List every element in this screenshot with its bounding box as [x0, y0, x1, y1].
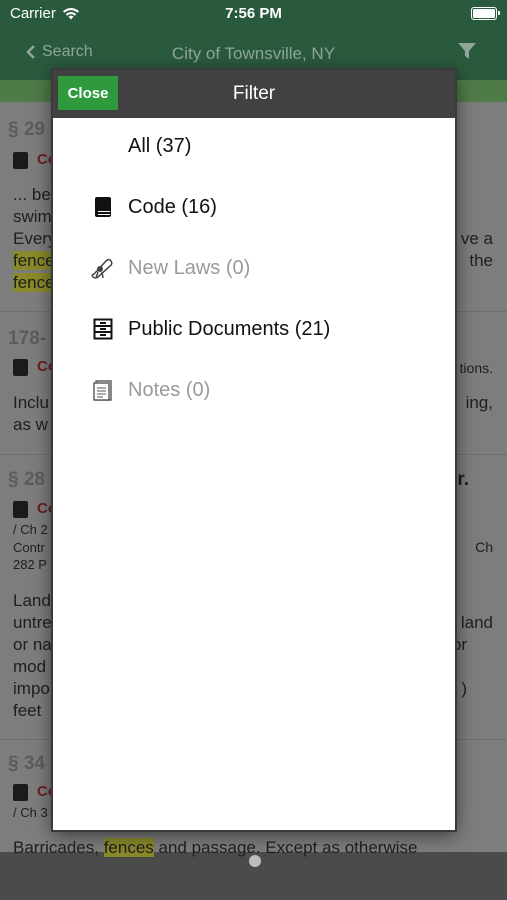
book-icon — [13, 152, 28, 169]
file-cabinet-icon — [91, 317, 115, 341]
filter-button[interactable] — [457, 42, 477, 65]
breadcrumb-line: / Ch 2 — [13, 522, 48, 537]
home-indicator — [249, 855, 261, 867]
filter-option-label: All (37) — [128, 134, 192, 157]
filter-option-code[interactable]: Code (16) — [53, 179, 455, 235]
filter-option-notes[interactable]: Notes (0) — [53, 362, 455, 418]
filter-option-all[interactable]: All (37) — [53, 118, 455, 174]
note-icon — [91, 378, 115, 402]
home-indicator-bar: Barricades, fences and passage. Except a… — [0, 838, 507, 900]
filter-option-label: Code (16) — [128, 195, 217, 218]
snippet-line: ve a — [460, 229, 493, 248]
section-number: § 28 — [8, 469, 45, 490]
snippet-line: impo — [13, 679, 50, 698]
scroll-icon — [91, 256, 115, 280]
section-number: § 29 — [8, 119, 45, 140]
snippet-line: swim — [13, 207, 52, 226]
highlight: fence — [13, 251, 55, 270]
breadcrumb-line: Contr — [13, 540, 45, 555]
modal-title: Filter — [232, 83, 276, 104]
snippet-line: Barricades, fences and passage. Except a… — [13, 838, 418, 857]
filter-option-label: Public Documents (21) — [128, 317, 331, 340]
highlight: fence — [13, 273, 55, 292]
book-icon — [13, 501, 28, 518]
snippet-line: mod — [13, 657, 47, 676]
book-icon — [91, 195, 115, 219]
snippet-line: Every — [13, 229, 57, 248]
status-bar: Carrier 7:56 PM — [0, 0, 507, 28]
filter-option-public-documents[interactable]: Public Documents (21) — [53, 301, 455, 357]
snippet-line: the — [469, 251, 493, 270]
filter-option-label: Notes (0) — [128, 378, 211, 401]
snippet-line: or na — [13, 635, 52, 654]
breadcrumb-line: / Ch 3 — [13, 805, 48, 820]
section-title-tail: r. — [457, 469, 469, 490]
clock: 7:56 PM — [225, 5, 282, 22]
snippet-line: tions. — [459, 360, 493, 376]
modal-header: Close Filter — [53, 70, 455, 118]
breadcrumb-line: Ch — [475, 539, 493, 555]
snippet-line: ) — [461, 679, 467, 698]
section-number: 178- — [8, 328, 47, 349]
snippet-line: Land — [13, 591, 51, 610]
snippet-line: land — [460, 613, 493, 632]
breadcrumb-line: 282 P — [13, 557, 47, 572]
snippet-line: ... be — [13, 185, 51, 204]
section-number: § 34 — [8, 753, 45, 774]
snippet-line: feet — [13, 701, 42, 720]
filter-modal: Close Filter All (37) Code (16) New Laws… — [53, 70, 455, 830]
nav-title: City of Townsville, NY — [171, 44, 336, 63]
filter-option-label: New Laws (0) — [128, 256, 251, 279]
snippet-line: Inclu — [13, 393, 49, 412]
book-icon — [13, 784, 28, 801]
filter-option-new-laws[interactable]: New Laws (0) — [53, 240, 455, 296]
snippet-line: as w — [13, 415, 48, 434]
book-icon — [13, 359, 28, 376]
snippet-line: ing, — [465, 393, 493, 412]
snippet-line: untre — [13, 613, 52, 632]
filter-icon — [458, 43, 476, 59]
battery-icon — [471, 7, 500, 20]
